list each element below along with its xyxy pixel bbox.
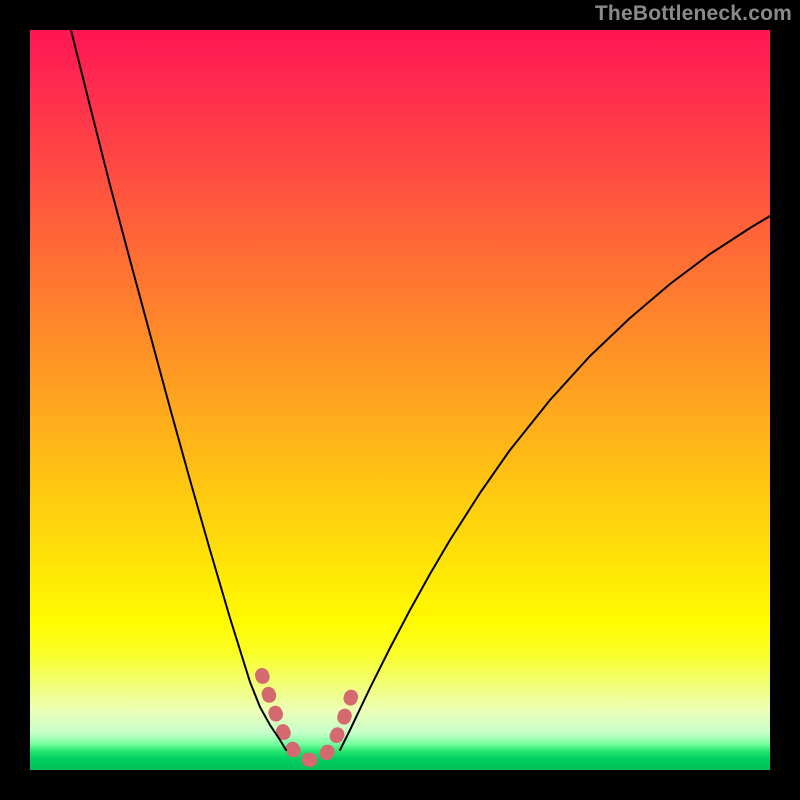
chart-curves-layer — [30, 30, 770, 770]
chart-frame: TheBottleneck.com — [0, 0, 800, 800]
left-descent-line — [71, 30, 286, 750]
right-ascent-line — [340, 216, 770, 750]
watermark-label: TheBottleneck.com — [595, 2, 792, 26]
